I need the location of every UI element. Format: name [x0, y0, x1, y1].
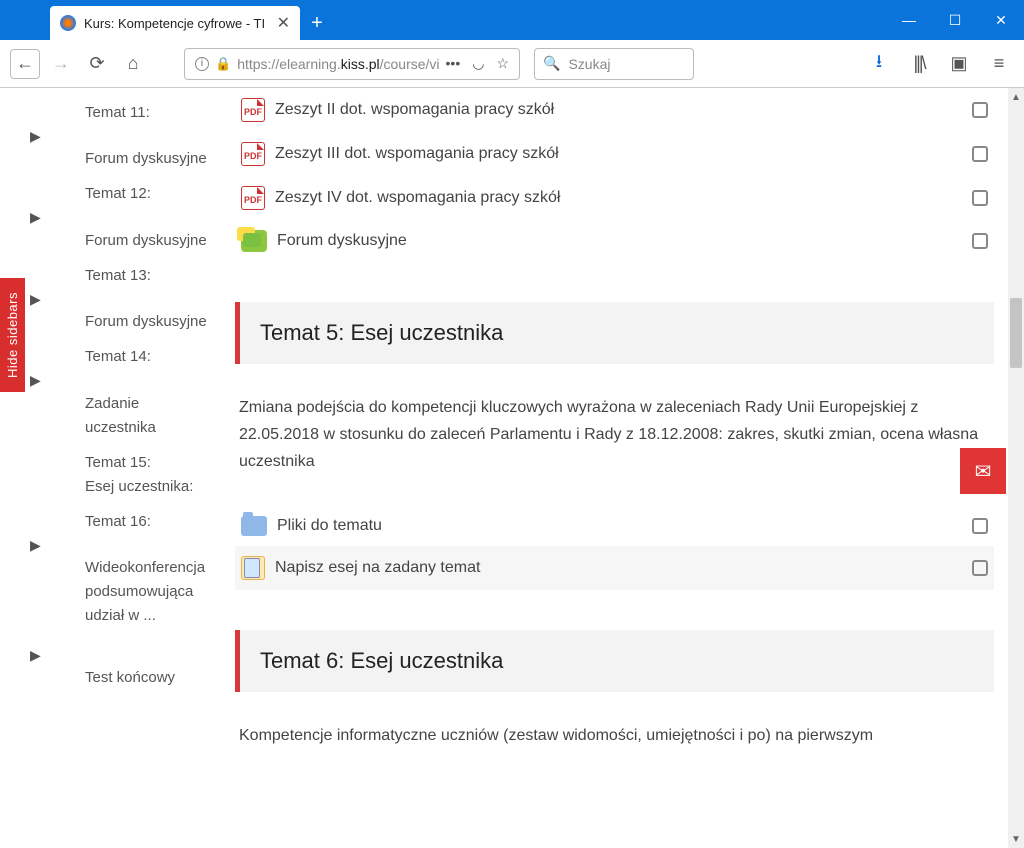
activity-row[interactable]: Napisz esej na zadany temat [235, 546, 994, 590]
scroll-down-button[interactable]: ▼ [1008, 830, 1024, 848]
vertical-scrollbar[interactable]: ▲ ▼ [1008, 88, 1024, 848]
url-path: /course/vi [380, 56, 440, 72]
url-bar[interactable]: i 🔒 https://elearning.kiss.pl/course/vi … [184, 48, 520, 80]
scroll-up-button[interactable]: ▲ [1008, 88, 1024, 106]
sidebar-item-link[interactable]: Esej uczestnika: [85, 475, 207, 499]
section-description: Zmiana podejścia do kompetencji kluczowy… [239, 394, 990, 476]
sidebar-item-title: Temat 15: [85, 454, 207, 471]
activity-label: Zeszyt III dot. wspomagania pracy szkół [275, 145, 559, 163]
url-host: kiss.pl [341, 56, 380, 72]
browser-toolbar: ← → ⟳ ⌂ i 🔒 https://elearning.kiss.pl/co… [0, 40, 1024, 88]
activity-row[interactable]: PDF Zeszyt IV dot. wspomagania pracy szk… [235, 176, 994, 220]
new-tab-button[interactable]: + [300, 6, 334, 40]
completion-checkbox[interactable] [972, 190, 988, 206]
window-close-button[interactable]: ✕ [978, 0, 1024, 40]
sidebar-item-title: Temat 14: [85, 348, 207, 365]
activity-label: Zeszyt IV dot. wspomagania pracy szkół [275, 189, 560, 207]
hide-sidebars-tab[interactable]: Hide sidebars [0, 278, 25, 392]
page-content: Hide sidebars ✉ Temat 11: ▶ Forum dyskusy… [0, 88, 1024, 848]
section-description: Kompetencje informatyczne uczniów (zesta… [239, 722, 990, 749]
activity-label: Forum dyskusyjne [277, 232, 407, 250]
browser-tab-active[interactable]: Kurs: Kompetencje cyfrowe - TI ✕ [50, 6, 300, 40]
sidebar-item-link[interactable]: Wideokonferencja podsumowująca udział w … [85, 556, 207, 628]
completion-checkbox[interactable] [972, 146, 988, 162]
activity-label: Pliki do tematu [277, 517, 382, 535]
envelope-icon: ✉ [975, 459, 992, 484]
course-main: PDF Zeszyt II dot. wspomagania pracy szk… [215, 88, 1024, 848]
chevron-right-icon[interactable]: ▶ [30, 372, 41, 388]
tab-favicon [60, 15, 76, 31]
activity-row[interactable]: Forum dyskusyjne [235, 220, 994, 262]
completion-checkbox[interactable] [972, 102, 988, 118]
browser-tabs: Kurs: Kompetencje cyfrowe - TI ✕ + [0, 0, 334, 40]
activity-label: Zeszyt II dot. wspomagania pracy szkół [275, 101, 554, 119]
library-icon[interactable]: |||\ [904, 49, 934, 79]
sidebar-item-title: Temat 12: [85, 185, 207, 202]
window-minimize-button[interactable]: — [886, 0, 932, 40]
pdf-icon: PDF [241, 98, 265, 122]
sidebar-item-title: Temat 13: [85, 267, 207, 284]
sidebar-item-title: Temat 16: [85, 513, 207, 530]
activity-row[interactable]: PDF Zeszyt II dot. wspomagania pracy szk… [235, 88, 994, 132]
course-sidebar: Temat 11: ▶ Forum dyskusyjne Temat 12: ▶ F… [0, 88, 215, 848]
window-maximize-button[interactable]: ☐ [932, 0, 978, 40]
sidebar-item-link[interactable]: Test końcowy [85, 666, 207, 690]
more-icon[interactable]: ••• [446, 55, 461, 72]
completion-checkbox[interactable] [972, 518, 988, 534]
activity-row[interactable]: Pliki do tematu [235, 506, 994, 546]
section-heading: Temat 6: Esej uczestnika [235, 630, 994, 692]
tab-close-icon[interactable]: ✕ [277, 13, 290, 33]
info-icon[interactable]: i [195, 57, 209, 71]
folder-icon [241, 516, 267, 536]
search-box[interactable]: 🔍 Szukaj [534, 48, 694, 80]
menu-icon[interactable]: ≡ [984, 49, 1014, 79]
forum-icon [241, 230, 267, 252]
completion-checkbox[interactable] [972, 560, 988, 576]
sidebar-icon[interactable]: ▣ [944, 49, 974, 79]
pdf-icon: PDF [241, 142, 265, 166]
forward-button[interactable]: → [46, 49, 76, 79]
chevron-right-icon[interactable]: ▶ [30, 128, 41, 144]
star-icon[interactable]: ☆ [496, 55, 509, 72]
tab-title: Kurs: Kompetencje cyfrowe - TI [84, 16, 265, 31]
sidebar-item-link[interactable]: Forum dyskusyjne [85, 310, 207, 334]
search-icon: 🔍 [543, 55, 560, 72]
section-heading: Temat 5: Esej uczestnika [235, 302, 994, 364]
lock-icon: 🔒 [215, 56, 231, 72]
completion-checkbox[interactable] [972, 233, 988, 249]
window-controls: — ☐ ✕ [886, 0, 1024, 40]
activity-label: Napisz esej na zadany temat [275, 559, 480, 577]
pdf-icon: PDF [241, 186, 265, 210]
window-titlebar: Kurs: Kompetencje cyfrowe - TI ✕ + — ☐ ✕ [0, 0, 1024, 40]
home-button[interactable]: ⌂ [118, 49, 148, 79]
back-button[interactable]: ← [10, 49, 40, 79]
assignment-icon [241, 556, 265, 580]
pocket-icon[interactable]: ◡ [472, 55, 484, 72]
url-prefix: https://elearning. [237, 56, 341, 72]
url-text: https://elearning.kiss.pl/course/vi [237, 56, 439, 72]
chevron-right-icon[interactable]: ▶ [30, 647, 41, 663]
chevron-right-icon[interactable]: ▶ [30, 291, 41, 307]
downloads-icon[interactable]: ⭳ [864, 49, 894, 79]
chevron-right-icon[interactable]: ▶ [30, 209, 41, 225]
sidebar-item-link[interactable]: Forum dyskusyjne [85, 229, 207, 253]
sidebar-item-link[interactable]: Zadanie uczestnika [85, 392, 207, 440]
sidebar-item-title: Temat 11: [85, 104, 207, 121]
mail-fab-button[interactable]: ✉ [960, 448, 1006, 494]
reload-button[interactable]: ⟳ [82, 49, 112, 79]
sidebar-item-link[interactable]: Forum dyskusyjne [85, 147, 207, 171]
activity-row[interactable]: PDF Zeszyt III dot. wspomagania pracy sz… [235, 132, 994, 176]
search-placeholder: Szukaj [568, 56, 610, 72]
scroll-thumb[interactable] [1010, 298, 1022, 368]
chevron-right-icon[interactable]: ▶ [30, 537, 41, 553]
